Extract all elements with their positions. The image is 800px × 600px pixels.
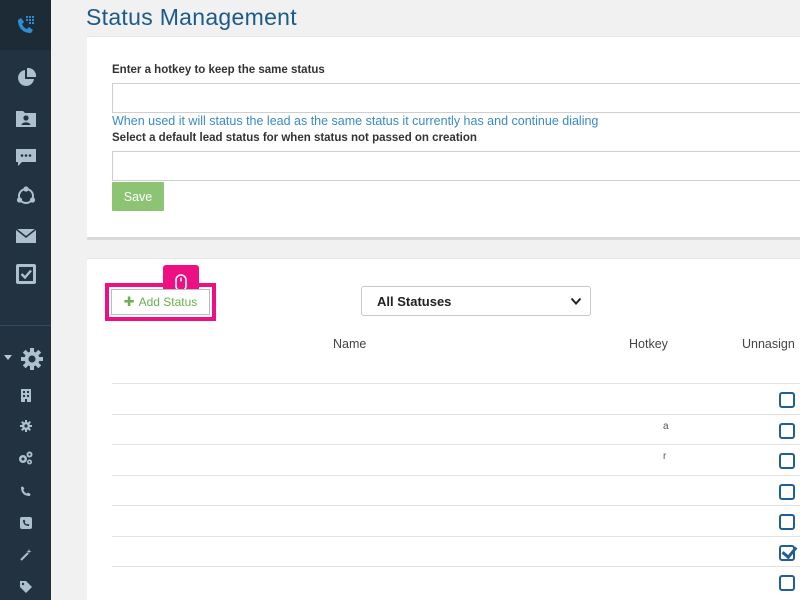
plus-icon: ✚ bbox=[123, 294, 135, 309]
cogs-icon bbox=[19, 451, 33, 465]
nav-contacts[interactable] bbox=[0, 106, 51, 130]
nav-dashboard[interactable] bbox=[0, 66, 51, 90]
nav-workflows[interactable] bbox=[0, 184, 51, 208]
nav-settings[interactable] bbox=[6, 347, 57, 371]
main-content: Status Management Enter a hotkey to keep… bbox=[51, 0, 800, 600]
table-row bbox=[112, 505, 800, 536]
logo[interactable] bbox=[0, 0, 51, 50]
table-row bbox=[112, 383, 800, 414]
phone-square-icon bbox=[19, 517, 32, 529]
unassign-checkbox[interactable] bbox=[779, 575, 795, 591]
default-status-label: Select a default lead status for when st… bbox=[112, 132, 477, 144]
page-title: Status Management bbox=[86, 4, 297, 30]
unassign-checkbox[interactable] bbox=[779, 544, 795, 561]
status-filter-value: All Statuses bbox=[377, 293, 452, 309]
add-status-label: Add Status bbox=[138, 295, 198, 309]
settings-gear-icon bbox=[20, 348, 43, 370]
column-header-unassign[interactable]: Unnasign bbox=[742, 337, 795, 351]
add-status-button[interactable]: ✚ Add Status bbox=[111, 289, 210, 315]
table-row bbox=[112, 566, 800, 597]
hotkey-label: Enter a hotkey to keep the same status bbox=[112, 64, 325, 76]
network-icon bbox=[16, 186, 35, 204]
hotkey-help-text: When used it will status the lead as the… bbox=[112, 114, 599, 128]
default-status-input[interactable] bbox=[112, 151, 800, 181]
chat-icon bbox=[15, 149, 36, 166]
table-row: r bbox=[112, 444, 800, 475]
tag-icon bbox=[19, 581, 32, 593]
pie-chart-icon bbox=[17, 68, 36, 86]
hotkey-input[interactable] bbox=[112, 83, 800, 113]
nav-company[interactable] bbox=[0, 386, 51, 404]
nav-tasks[interactable] bbox=[0, 262, 51, 286]
status-filter-select[interactable]: All Statuses bbox=[361, 286, 591, 316]
contact-folder-icon bbox=[15, 111, 36, 127]
save-button[interactable]: Save bbox=[112, 182, 164, 211]
calendar-check-icon bbox=[15, 264, 36, 284]
add-status-highlight: ✚ Add Status bbox=[105, 265, 216, 321]
table-row bbox=[112, 474, 800, 506]
status-settings-card: Enter a hotkey to keep the same status W… bbox=[87, 36, 800, 240]
phone-grid-icon bbox=[17, 16, 34, 33]
sidebar bbox=[0, 0, 51, 600]
chevron-down-icon bbox=[570, 297, 582, 305]
phone-icon bbox=[21, 486, 31, 496]
mail-icon bbox=[15, 229, 36, 243]
unassign-checkbox[interactable] bbox=[779, 483, 795, 500]
small-gear-icon bbox=[19, 420, 32, 432]
nav-general[interactable] bbox=[0, 417, 51, 435]
unassign-checkbox[interactable] bbox=[779, 422, 795, 439]
nav-messages[interactable] bbox=[0, 146, 51, 170]
status-hotkey-cell: r bbox=[663, 451, 667, 462]
sidebar-divider bbox=[0, 325, 51, 326]
column-header-hotkey[interactable]: Hotkey bbox=[629, 337, 668, 351]
table-row bbox=[112, 535, 800, 567]
nav-phone[interactable] bbox=[0, 482, 51, 500]
nav-tags[interactable] bbox=[0, 578, 51, 596]
nav-mail[interactable] bbox=[0, 224, 51, 248]
status-list-card: ✚ Add Status All Statuses Name Hotkey Un… bbox=[87, 258, 800, 600]
unassign-checkbox[interactable] bbox=[779, 514, 795, 530]
magic-wand-icon bbox=[19, 549, 31, 561]
status-hotkey-cell: a bbox=[663, 420, 669, 432]
nav-phone-numbers[interactable] bbox=[0, 514, 51, 532]
building-icon bbox=[20, 388, 31, 402]
table-row: a bbox=[112, 413, 800, 445]
column-header-name[interactable]: Name bbox=[333, 337, 366, 351]
nav-automation[interactable] bbox=[0, 546, 51, 564]
unassign-checkbox[interactable] bbox=[779, 392, 795, 408]
unassign-checkbox[interactable] bbox=[779, 453, 795, 469]
nav-integrations[interactable] bbox=[0, 449, 51, 467]
